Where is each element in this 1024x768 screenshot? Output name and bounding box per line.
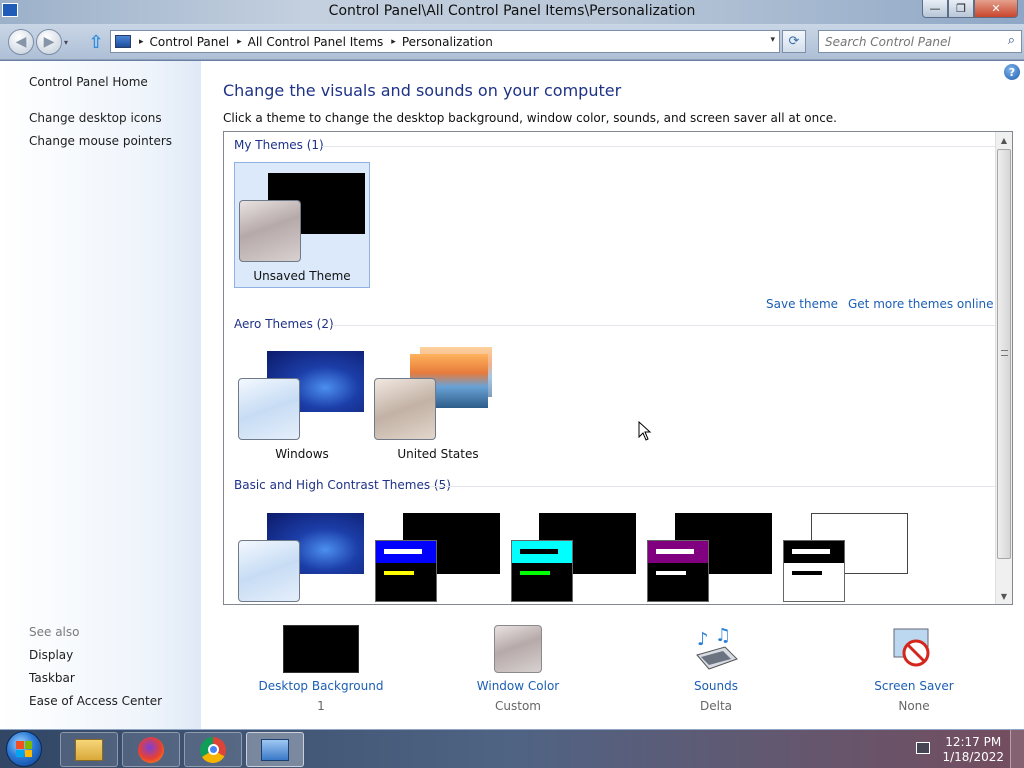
setting-value: Delta [699,699,732,713]
page-title: Change the visuals and sounds on your co… [223,81,622,100]
svg-text:♪: ♪ [697,629,709,650]
theme-window-color-thumbnail [375,540,437,602]
show-desktop-button[interactable] [1010,730,1024,768]
address-bar[interactable]: ▸ Control Panel ▸ All Control Panel Item… [110,30,780,53]
theme-high-contrast-white[interactable] [778,504,914,604]
theme-window-color-thumbnail [374,378,436,440]
scroll-down-arrow-icon[interactable]: ▼ [996,588,1012,604]
setting-value: None [898,699,930,713]
scroll-up-arrow-icon[interactable]: ▲ [996,132,1012,148]
theme-unsaved-theme[interactable]: Unsaved Theme [234,162,370,288]
start-button[interactable] [6,731,42,767]
search-input[interactable] [819,31,999,52]
theme-window-color-thumbnail [238,378,300,440]
theme-high-contrast-2[interactable] [506,504,642,604]
theme-window-color-thumbnail [783,540,845,602]
window-color-setting[interactable]: Window Color Custom [443,623,593,723]
mouse-cursor-icon [638,420,652,444]
theme-windows-basic[interactable] [234,504,370,604]
see-also-label: See also [29,625,80,639]
task-pane: Control Panel Home Change desktop icons … [0,61,201,729]
title-bar: Control Panel\All Control Panel Items\Pe… [0,0,1024,24]
refresh-button[interactable]: ⟳ [782,30,806,53]
window-color-icon [494,625,542,673]
desktop-background-icon [283,625,359,673]
taskbar-control-panel-button[interactable] [246,732,304,767]
control-panel-icon [115,35,131,48]
theme-window-color-thumbnail [238,540,300,602]
theme-label: Unsaved Theme [253,269,351,283]
theme-window-color-thumbnail [647,540,709,602]
search-icon[interactable]: ⌕ [1008,33,1015,48]
desktop-background-setting[interactable]: Desktop Background 1 [246,623,396,723]
chrome-icon [200,736,226,763]
sounds-icon: ♪ ♫ [691,625,741,673]
network-icon[interactable] [916,742,930,754]
ease-of-access-link[interactable]: Ease of Access Center [29,694,162,708]
windows-logo-icon [16,741,32,757]
close-button[interactable]: ✕ [974,0,1018,18]
theme-window-color-thumbnail [511,540,573,602]
window-title: Control Panel\All Control Panel Items\Pe… [328,3,696,19]
system-clock[interactable]: 12:17 PM 1/18/2022 [942,735,1004,765]
grip-icon [1001,350,1008,356]
navigation-bar: ◀ ▶ ▾ ⇧ ▸ Control Panel ▸ All Control Pa… [0,24,1024,60]
search-box[interactable]: ⌕ [818,30,1022,53]
theme-window-color-thumbnail [239,200,301,262]
theme-tiles: Unsaved Theme Windows United States [224,132,996,604]
setting-value: 1 [317,699,325,713]
folder-icon [75,738,103,761]
address-dropdown-icon[interactable]: ▾ [770,35,775,45]
chevron-right-icon[interactable]: ▸ [237,37,242,47]
setting-name[interactable]: Screen Saver [839,679,989,693]
theme-windows[interactable]: Windows [234,342,370,468]
control-panel-home-link[interactable]: Control Panel Home [29,75,148,89]
setting-value: Custom [495,699,541,713]
taskbar-link[interactable]: Taskbar [29,671,75,685]
theme-high-contrast-1[interactable] [370,504,506,604]
control-panel-icon [261,738,289,761]
taskbar-explorer-button[interactable] [60,732,118,767]
change-desktop-icons-link[interactable]: Change desktop icons [29,111,162,125]
forward-button[interactable]: ▶ [36,29,62,55]
breadcrumb: ▸ Control Panel ▸ All Control Panel Item… [131,35,493,49]
breadcrumb-control-panel[interactable]: Control Panel [150,35,230,49]
page-description: Click a theme to change the desktop back… [223,111,837,125]
display-link[interactable]: Display [29,648,73,662]
theme-list-scrollbar[interactable]: ▲ ▼ [995,132,1012,604]
breadcrumb-all-items[interactable]: All Control Panel Items [248,35,384,49]
change-mouse-pointers-link[interactable]: Change mouse pointers [29,134,172,148]
taskbar-chrome-button[interactable] [184,732,242,767]
clock-time: 12:17 PM [945,735,1002,749]
theme-high-contrast-black[interactable] [642,504,778,604]
setting-name[interactable]: Sounds [641,679,791,693]
taskbar: 12:17 PM 1/18/2022 [0,729,1024,768]
minimize-button[interactable]: — [922,0,948,18]
screen-saver-setting[interactable]: Screen Saver None [839,623,989,723]
firefox-icon [138,736,164,763]
scroll-thumb[interactable] [997,149,1011,559]
chevron-right-icon[interactable]: ▸ [391,37,396,47]
breadcrumb-personalization[interactable]: Personalization [402,35,493,49]
window-controls: — ❐ ✕ [922,0,1018,18]
setting-name[interactable]: Desktop Background [246,679,396,693]
taskbar-firefox-button[interactable] [122,732,180,767]
sounds-setting[interactable]: ♪ ♫ Sounds Delta [641,623,791,723]
theme-united-states[interactable]: United States [370,342,506,468]
help-icon[interactable]: ? [1004,64,1020,80]
up-level-button[interactable]: ⇧ [86,32,106,53]
theme-label: United States [397,447,479,461]
svg-text:♫: ♫ [715,625,731,646]
screen-saver-icon [890,625,938,673]
recent-pages-dropdown[interactable]: ▾ [64,38,68,47]
setting-name[interactable]: Window Color [443,679,593,693]
chevron-right-icon[interactable]: ▸ [139,37,144,47]
clock-date: 1/18/2022 [942,750,1004,764]
maximize-button[interactable]: ❐ [948,0,974,18]
theme-label: Windows [275,447,329,461]
back-button[interactable]: ◀ [8,29,34,55]
